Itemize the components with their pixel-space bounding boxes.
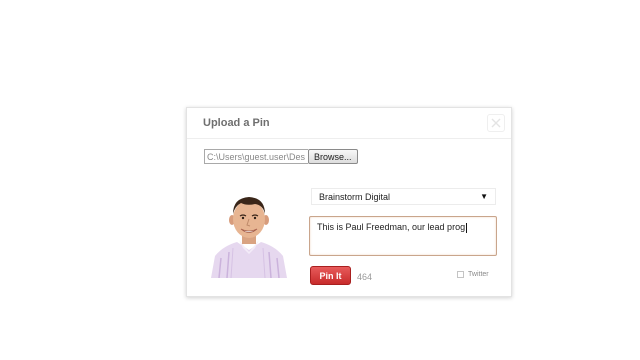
file-path-input[interactable] bbox=[204, 149, 308, 164]
page-background: Upload a Pin Browse... bbox=[0, 0, 640, 360]
dialog-title: Upload a Pin bbox=[203, 117, 270, 129]
browse-button[interactable]: Browse... bbox=[308, 149, 358, 164]
description-text: This is Paul Freedman, our lead prog bbox=[317, 222, 466, 232]
pin-image-preview bbox=[209, 192, 289, 278]
close-button[interactable] bbox=[487, 114, 505, 132]
chevron-down-icon: ▼ bbox=[480, 192, 488, 201]
description-textarea[interactable]: This is Paul Freedman, our lead prog bbox=[309, 216, 497, 256]
file-upload-row: Browse... bbox=[204, 149, 358, 164]
character-count: 464 bbox=[357, 272, 373, 282]
twitter-share-option: Twitter bbox=[457, 271, 489, 278]
board-select[interactable]: Brainstorm Digital ▼ bbox=[311, 188, 496, 205]
dialog-header: Upload a Pin bbox=[187, 108, 511, 139]
twitter-checkbox[interactable] bbox=[457, 271, 464, 278]
pin-it-button[interactable]: Pin It bbox=[310, 266, 351, 285]
upload-pin-dialog: Upload a Pin Browse... bbox=[186, 107, 512, 297]
close-icon bbox=[491, 118, 501, 128]
board-selected-label: Brainstorm Digital bbox=[319, 191, 391, 202]
text-caret bbox=[466, 222, 468, 233]
twitter-label: Twitter bbox=[468, 271, 489, 278]
portrait-photo bbox=[209, 192, 289, 278]
